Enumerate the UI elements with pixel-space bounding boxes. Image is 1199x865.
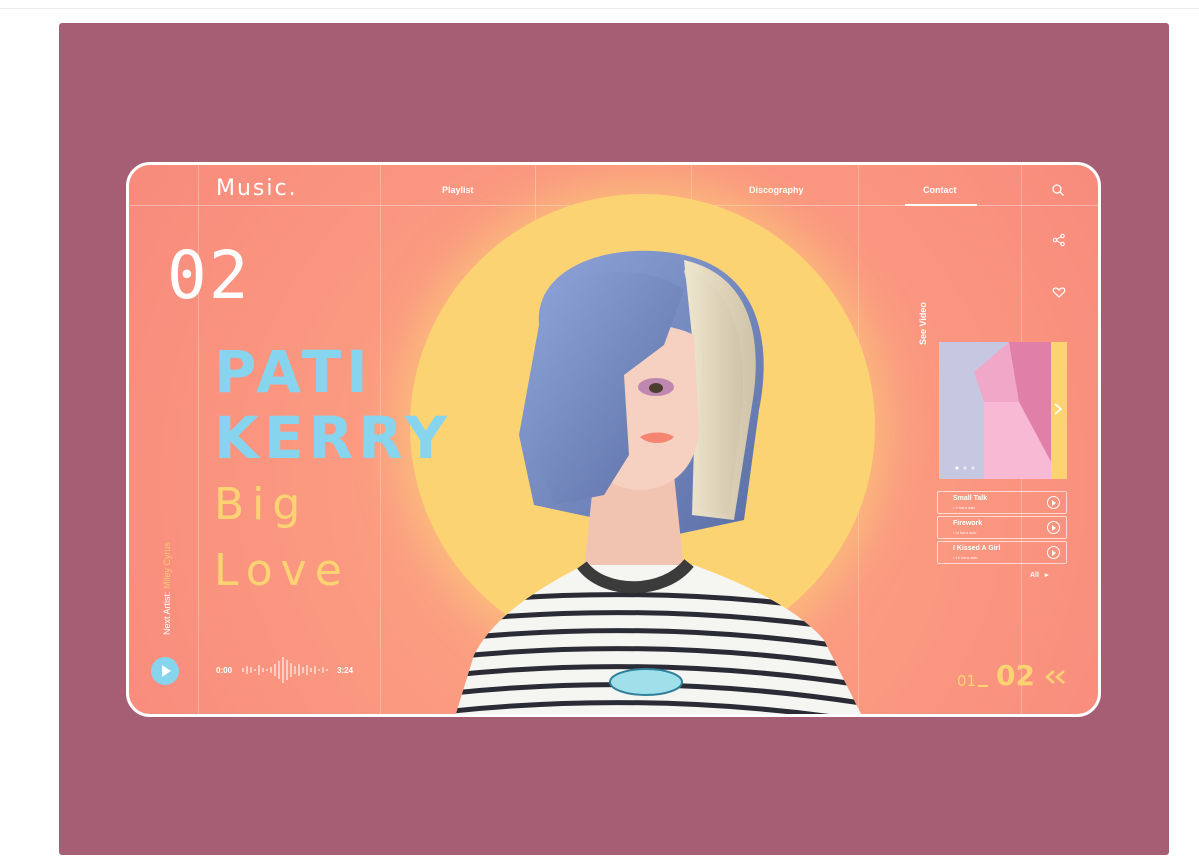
track-meta: • 1b bara aalc xyxy=(953,555,978,560)
all-tracks-link[interactable]: All ▸ xyxy=(1030,571,1048,579)
music-card: Music. Playlist Discography Contact 02 P… xyxy=(126,162,1101,717)
top-divider xyxy=(0,8,1199,9)
track-name: I Kissed A Girl xyxy=(953,545,1001,552)
track-play-icon[interactable] xyxy=(1047,496,1060,509)
track-name: Firework xyxy=(953,520,983,527)
next-artist-name: Miley Cyrus xyxy=(162,541,172,589)
page-total: 02 xyxy=(996,659,1035,692)
video-thumbnail-image xyxy=(939,342,1067,479)
track-play-icon[interactable] xyxy=(1047,521,1060,534)
logo[interactable]: Music. xyxy=(216,176,298,201)
nav-discography[interactable]: Discography xyxy=(749,185,804,195)
share-icon[interactable] xyxy=(1051,232,1067,248)
track-item[interactable]: I Kissed A Girl • 1b bara aalc xyxy=(937,541,1067,564)
current-time: 0:00 xyxy=(216,666,233,675)
caret-right-icon: ▸ xyxy=(1044,572,1049,579)
page-current: 01 xyxy=(957,672,977,690)
track-meta: • 4t bara aalc xyxy=(953,530,977,535)
see-video-label[interactable]: See Video xyxy=(918,302,928,345)
track-play-icon[interactable] xyxy=(1047,546,1060,559)
track-list: Small Talk • 4 bara aalc Firework • 4t b… xyxy=(937,491,1067,566)
artist-name-line-2: KERRY xyxy=(214,404,452,472)
search-icon[interactable] xyxy=(1050,182,1066,198)
waveform[interactable] xyxy=(241,655,331,685)
song-title: Big Love xyxy=(214,472,350,604)
all-tracks-label: All xyxy=(1030,572,1039,579)
track-meta: • 4 bara aalc xyxy=(953,505,976,510)
nav-active-indicator xyxy=(905,204,977,206)
nav-playlist[interactable]: Playlist xyxy=(442,185,474,195)
track-number: 02 xyxy=(167,237,251,314)
next-artist[interactable]: Next Artist: Miley Cyrus xyxy=(162,542,172,635)
song-title-line-2: Love xyxy=(214,545,350,596)
page-separator xyxy=(978,685,988,687)
rewind-icon[interactable] xyxy=(1044,669,1068,685)
artist-name: PATI KERRY xyxy=(214,339,452,471)
artist-name-line-1: PATI xyxy=(214,338,373,406)
next-artist-label: Next Artist: xyxy=(162,591,172,635)
track-name: Small Talk xyxy=(953,495,988,502)
artist-portrait-image xyxy=(454,250,864,714)
song-title-line-1: Big xyxy=(214,479,309,530)
heart-icon[interactable] xyxy=(1051,284,1067,300)
track-item[interactable]: Small Talk • 4 bara aalc xyxy=(937,491,1067,514)
nav-contact[interactable]: Contact xyxy=(923,185,957,195)
track-item[interactable]: Firework • 4t bara aalc xyxy=(937,516,1067,539)
play-button[interactable] xyxy=(151,657,179,685)
video-thumbnail[interactable] xyxy=(939,342,1067,479)
duration: 3:24 xyxy=(337,666,354,675)
chevron-right-icon[interactable] xyxy=(1052,402,1064,416)
